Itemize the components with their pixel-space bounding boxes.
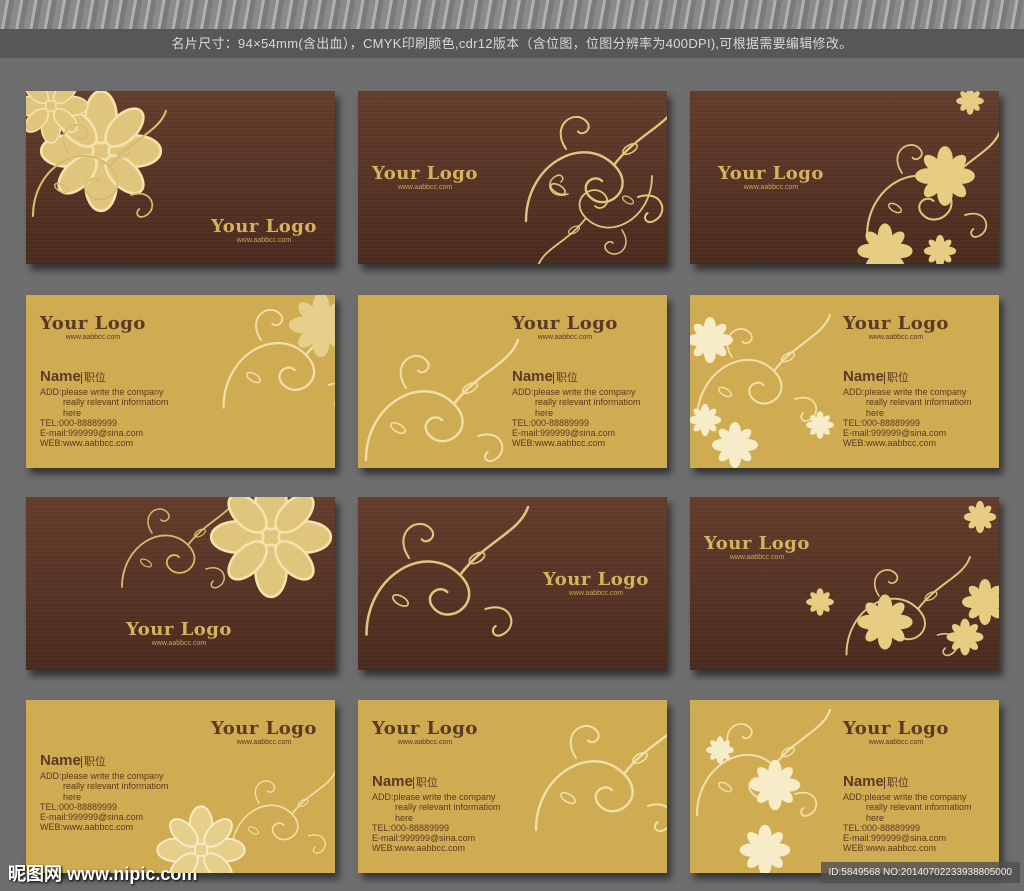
logo: Your Logo www.aabbcc.com [372, 163, 478, 192]
contact-info: Name 职位 ADD:please write the company really… [372, 773, 501, 854]
business-card-brown-6: Your Logo www.aabbcc.com [690, 497, 999, 670]
business-card-gold-5: Your Logo www.aabbcc.com Name 职位 ADD:please… [358, 700, 667, 873]
business-card-gold-2: Your Logo www.aabbcc.com Name 职位 ADD:please… [358, 295, 667, 468]
business-card-gold-3: Your Logo www.aabbcc.com Name 职位 ADD:please… [690, 295, 999, 468]
contact-info: Name 职位 ADD:please write the company really… [40, 752, 169, 833]
business-card-gold-1: Your Logo www.aabbcc.com Name 职位 ADD:please… [26, 295, 335, 468]
contact-info: Name 职位 ADD:please write the company really… [843, 368, 972, 449]
logo: Your Logo www.aabbcc.com [372, 718, 478, 747]
logo: Your Logo www.aabbcc.com [512, 313, 618, 342]
business-card-brown-3: Your Logo www.aabbcc.com [690, 91, 999, 264]
logo: Your Logo www.aabbcc.com [211, 216, 317, 245]
business-card-brown-2: Your Logo www.aabbcc.com [358, 91, 667, 264]
contact-info: Name 职位 ADD:please write the company really… [843, 773, 972, 854]
contact-info: Name 职位 ADD:please write the company really… [40, 368, 169, 449]
contact-info: Name 职位 ADD:please write the company really… [512, 368, 641, 449]
business-card-brown-5: Your Logo www.aabbcc.com [358, 497, 667, 670]
logo: Your Logo www.aabbcc.com [843, 718, 949, 747]
logo: Your Logo www.aabbcc.com [843, 313, 949, 342]
daisy-ornament [806, 500, 999, 657]
logo: Your Logo www.aabbcc.com [126, 619, 232, 648]
logo: Your Logo www.aabbcc.com [704, 533, 810, 562]
logo: Your Logo www.aabbcc.com [211, 718, 317, 747]
logo: Your Logo www.aabbcc.com [718, 163, 824, 192]
logo: Your Logo www.aabbcc.com [543, 569, 649, 598]
business-card-brown-4: Your Logo www.aabbcc.com [26, 497, 335, 670]
business-card-brown-1: Your Logo www.aabbcc.com [26, 91, 335, 264]
logo: Your Logo www.aabbcc.com [40, 313, 146, 342]
business-card-gold-4: Your Logo www.aabbcc.com Name 职位 ADD:please… [26, 700, 335, 873]
business-card-gold-6: Your Logo www.aabbcc.com Name 职位 ADD:please… [690, 700, 999, 873]
decorative-top-band [0, 0, 1024, 29]
spec-caption: 名片尺寸：94×54mm(含出血），CMYK印刷颜色,cdr12版本（含位图，位… [0, 29, 1024, 58]
